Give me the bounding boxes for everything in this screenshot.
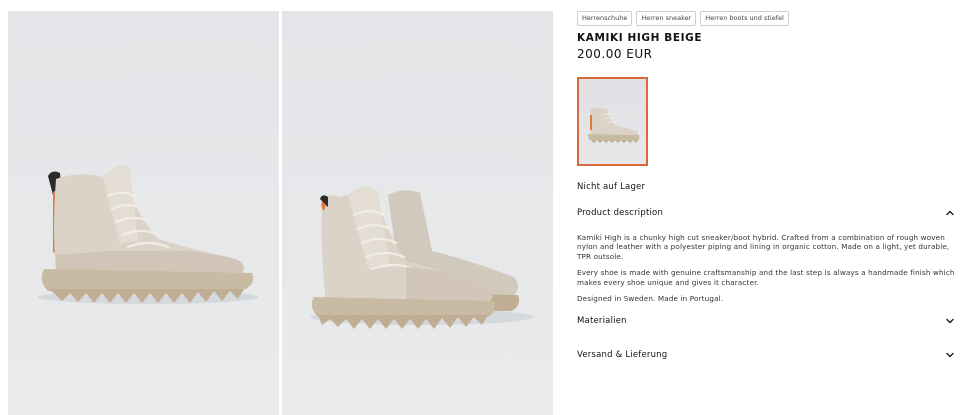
product-image-pair[interactable] — [282, 11, 553, 415]
boot-thumbnail-illustration — [588, 107, 641, 143]
boot-pair-illustration — [310, 186, 534, 329]
product-description-text: Kamiki High is a chunky high cut sneaker… — [577, 233, 955, 310]
accordion-versand-lieferung[interactable]: Versand & Lieferung — [577, 348, 955, 362]
description-paragraph: Every shoe is made with genuine craftsma… — [577, 268, 955, 287]
product-thumbnail[interactable] — [577, 77, 648, 166]
product-title: KAMIKI HIGH BEIGE — [577, 32, 703, 44]
accordion-label: Product description — [577, 208, 664, 218]
product-gallery — [8, 11, 553, 415]
description-paragraph: Kamiki High is a chunky high cut sneaker… — [577, 233, 950, 261]
tag-herren-sneaker[interactable]: Herren sneaker — [636, 11, 697, 26]
description-paragraph: Designed in Sweden. Made in Portugal. — [577, 294, 724, 304]
product-image-side[interactable] — [8, 11, 279, 415]
boot-side-illustration — [38, 165, 258, 304]
accordion-materialien[interactable]: Materialien — [577, 314, 955, 328]
accordion-product-description[interactable]: Product description — [577, 206, 955, 220]
category-tags: Herrenschuhe Herren sneaker Herren boots… — [577, 11, 789, 26]
stock-status: Nicht auf Lager — [577, 182, 646, 192]
product-info: Herrenschuhe Herren sneaker Herren boots… — [577, 0, 955, 415]
accordion-label: Versand & Lieferung — [577, 350, 668, 360]
chevron-down-icon — [946, 318, 954, 324]
product-price: 200.00 EUR — [577, 47, 653, 61]
chevron-up-icon — [946, 210, 954, 216]
accordion-label: Materialien — [577, 316, 627, 326]
tag-herrenschuhe[interactable]: Herrenschuhe — [577, 11, 633, 26]
tag-herren-boots[interactable]: Herren boots und stiefel — [700, 11, 789, 26]
chevron-down-icon — [946, 352, 954, 358]
